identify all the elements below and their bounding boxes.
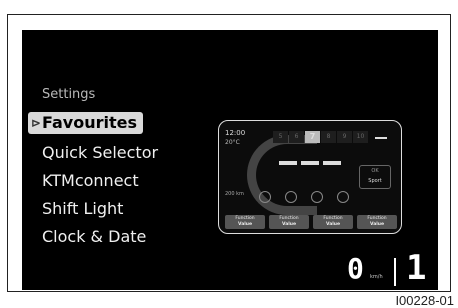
menu-item-favourites[interactable]: ⊳ Favourites — [28, 112, 143, 134]
speed-gear-divider — [394, 258, 396, 286]
preview-time: 12:00 — [225, 129, 246, 137]
menu-item-ktmconnect[interactable]: KTMconnect — [28, 168, 158, 196]
rpm-tick: 7 — [305, 131, 320, 143]
selection-chevron-icon: ⊳ — [31, 116, 42, 130]
rpm-tick: 10 — [353, 131, 368, 143]
function-row: Function Value Function Value Function Valu… — [225, 215, 397, 229]
warning-icons — [259, 191, 349, 203]
traction-icon — [311, 191, 323, 203]
heater-icon — [337, 191, 349, 203]
menu-item-shift-light[interactable]: Shift Light — [28, 196, 158, 224]
function-slot: Function Value — [269, 215, 309, 229]
function-slot: Function Value — [313, 215, 353, 229]
favourites-preview: 12:00 20°C 200 km 5 6 7 8 9 10 OK Sport … — [218, 120, 402, 234]
settings-menu: ⊳ Favourites Quick Selector KTMconnect S… — [28, 112, 158, 252]
menu-title: Settings — [42, 87, 96, 102]
rpm-tick: 5 — [273, 131, 288, 143]
function-slot: Function Value — [225, 215, 265, 229]
speed-dashes — [279, 161, 341, 165]
rear-off-icon — [285, 191, 297, 203]
figure-id: I00228-01 — [395, 293, 454, 308]
speed-unit: km/h — [370, 274, 383, 280]
rpm-bar: 5 6 7 8 9 10 — [273, 131, 369, 143]
preview-temp: 20°C — [225, 139, 240, 146]
gear-indicator: 1 — [406, 248, 427, 288]
rpm-arc — [247, 135, 317, 215]
abs-icon — [259, 191, 271, 203]
dashboard-screen: Settings ⊳ Favourites Quick Selector KTM… — [22, 30, 438, 290]
menu-item-quick-selector[interactable]: Quick Selector — [28, 140, 158, 168]
preview-fuel: 200 km — [225, 191, 244, 197]
rpm-tick: 6 — [289, 131, 304, 143]
function-slot: Function Value — [357, 215, 397, 229]
menu-item-clock-date[interactable]: Clock & Date — [28, 224, 158, 252]
rpm-tick: 8 — [321, 131, 336, 143]
gear-dash — [375, 137, 387, 139]
rpm-tick: 9 — [337, 131, 352, 143]
speed-readout: 0 — [347, 252, 364, 285]
ride-mode-indicator: OK Sport — [359, 165, 391, 189]
